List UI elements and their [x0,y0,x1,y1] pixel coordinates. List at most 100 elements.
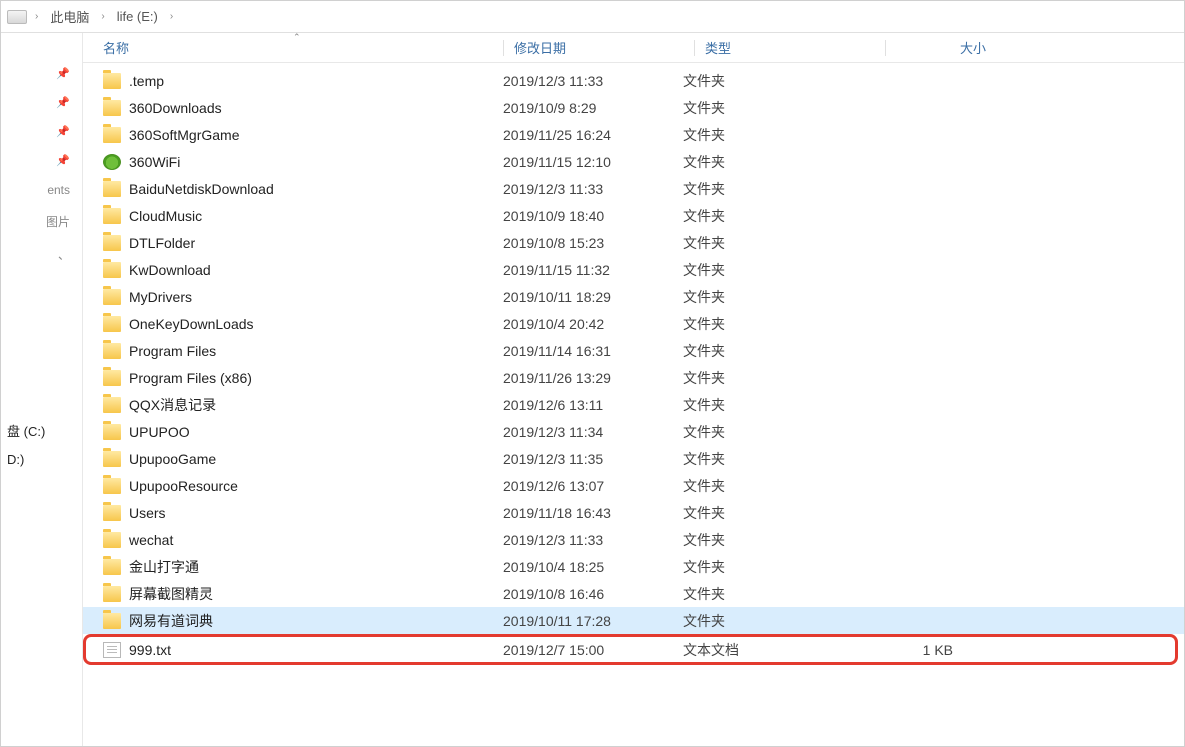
cell-name: Users [103,505,503,521]
file-row[interactable]: BaiduNetdiskDownload2019/12/3 11:33文件夹 [83,175,1184,202]
folder-icon [103,73,121,89]
cell-date: 2019/10/9 18:40 [503,208,683,224]
cell-date: 2019/11/18 16:43 [503,505,683,521]
folder-icon [103,370,121,386]
cell-name: DTLFolder [103,235,503,251]
cell-type: 文件夹 [683,584,863,604]
file-row[interactable]: UPUPOO2019/12/3 11:34文件夹 [83,418,1184,445]
cell-name: CloudMusic [103,208,503,224]
file-row[interactable]: 网易有道词典2019/10/11 17:28文件夹 [83,607,1184,634]
file-name: Users [129,505,166,521]
file-name: CloudMusic [129,208,202,224]
chevron-right-icon: › [99,11,106,22]
cell-date: 2019/12/6 13:07 [503,478,683,494]
column-separator[interactable] [885,40,886,56]
cell-date: 2019/10/11 17:28 [503,613,683,629]
file-row[interactable]: Users2019/11/18 16:43文件夹 [83,499,1184,526]
cell-name: .temp [103,73,503,89]
cell-type: 文件夹 [683,287,863,307]
file-row[interactable]: 360Downloads2019/10/9 8:29文件夹 [83,94,1184,121]
cell-date: 2019/12/7 15:00 [503,642,683,658]
cell-name: 金山打字通 [103,557,503,577]
cell-date: 2019/11/14 16:31 [503,343,683,359]
sort-ascending-icon: ⌃ [293,32,301,43]
file-row[interactable]: Program Files2019/11/14 16:31文件夹 [83,337,1184,364]
file-row[interactable]: 999.txt2019/12/7 15:00文本文档1 KB [85,636,1176,663]
file-name: Program Files [129,343,216,359]
quick-access-item[interactable]: 📌 [1,150,82,171]
file-name: .temp [129,73,164,89]
cell-name: UpupooResource [103,478,503,494]
column-header-type[interactable]: 类型 [705,38,885,57]
column-header-size[interactable]: 大小 [896,38,1006,57]
cell-size: 1 KB [863,642,973,658]
sidebar-drive-c[interactable]: 盘 (C:) [5,415,82,446]
cell-date: 2019/10/8 15:23 [503,235,683,251]
column-separator[interactable] [503,40,504,56]
file-row[interactable]: UpupooResource2019/12/6 13:07文件夹 [83,472,1184,499]
quick-access-item[interactable]: ents [1,179,82,201]
file-name: 金山打字通 [129,557,199,577]
file-name: BaiduNetdiskDownload [129,181,274,197]
folder-icon [103,559,121,575]
file-row[interactable]: OneKeyDownLoads2019/10/4 20:42文件夹 [83,310,1184,337]
cell-name: Program Files (x86) [103,370,503,386]
column-header-date[interactable]: 修改日期 [514,38,694,57]
cell-type: 文件夹 [683,395,863,415]
folder-icon [103,451,121,467]
file-rows[interactable]: .temp2019/12/3 11:33文件夹360Downloads2019/… [83,63,1184,746]
cell-type: 文件夹 [683,233,863,253]
folder-icon [103,316,121,332]
quick-access-item[interactable]: 图片 [1,209,82,234]
file-row[interactable]: 360SoftMgrGame2019/11/25 16:24文件夹 [83,121,1184,148]
pin-icon: 📌 [56,154,70,167]
cell-date: 2019/12/3 11:33 [503,181,683,197]
cell-date: 2019/12/3 11:34 [503,424,683,440]
file-row[interactable]: CloudMusic2019/10/9 18:40文件夹 [83,202,1184,229]
cell-date: 2019/12/3 11:33 [503,532,683,548]
breadcrumb-root[interactable]: 此电脑 [46,5,93,28]
file-row[interactable]: UpupooGame2019/12/3 11:35文件夹 [83,445,1184,472]
cell-date: 2019/12/6 13:11 [503,397,683,413]
folder-icon [103,127,121,143]
folder-icon [103,424,121,440]
folder-icon [103,505,121,521]
chevron-right-icon: › [168,11,175,22]
file-name: 360SoftMgrGame [129,127,240,143]
cell-date: 2019/11/15 11:32 [503,262,683,278]
file-row[interactable]: DTLFolder2019/10/8 15:23文件夹 [83,229,1184,256]
file-row[interactable]: 金山打字通2019/10/4 18:25文件夹 [83,553,1184,580]
file-row[interactable]: MyDrivers2019/10/11 18:29文件夹 [83,283,1184,310]
quick-access-item[interactable]: 📌 [1,121,82,142]
folder-icon [103,235,121,251]
cell-date: 2019/11/15 12:10 [503,154,683,170]
quick-access-item[interactable]: 📌 [1,63,82,84]
cell-name: 360Downloads [103,100,503,116]
file-row[interactable]: 屏幕截图精灵2019/10/8 16:46文件夹 [83,580,1184,607]
wifi-icon [103,154,121,170]
file-row[interactable]: QQX消息记录 2019/12/6 13:11文件夹 [83,391,1184,418]
quick-access-item[interactable]: 、 [1,242,82,267]
cell-type: 文件夹 [683,314,863,334]
file-row[interactable]: KwDownload2019/11/15 11:32文件夹 [83,256,1184,283]
column-separator[interactable] [694,40,695,56]
file-name: 网易有道词典 [129,611,213,631]
cell-date: 2019/10/8 16:46 [503,586,683,602]
sidebar-item-label: ents [47,183,70,197]
explorer-body: 📌 📌 📌 📌 ents 图片 、 盘 (C:) D:) ⌃ 名称 修改日期 类… [1,33,1184,746]
sidebar-drive-d[interactable]: D:) [5,446,82,473]
file-row[interactable]: 360WiFi2019/11/15 12:10文件夹 [83,148,1184,175]
quick-access-item[interactable]: 📌 [1,92,82,113]
file-name: QQX消息记录 [129,395,216,415]
cell-type: 文件夹 [683,557,863,577]
cell-date: 2019/12/3 11:35 [503,451,683,467]
navigation-sidebar[interactable]: 📌 📌 📌 📌 ents 图片 、 盘 (C:) D:) [1,33,83,746]
pin-icon: 📌 [56,96,70,109]
cell-type: 文件夹 [683,260,863,280]
breadcrumb-drive[interactable]: life (E:) [113,7,162,26]
file-row[interactable]: Program Files (x86)2019/11/26 13:29文件夹 [83,364,1184,391]
file-row[interactable]: .temp2019/12/3 11:33文件夹 [83,67,1184,94]
column-header-name[interactable]: 名称 [103,38,503,57]
file-row[interactable]: wechat2019/12/3 11:33文件夹 [83,526,1184,553]
address-bar[interactable]: › 此电脑 › life (E:) › [1,1,1184,33]
